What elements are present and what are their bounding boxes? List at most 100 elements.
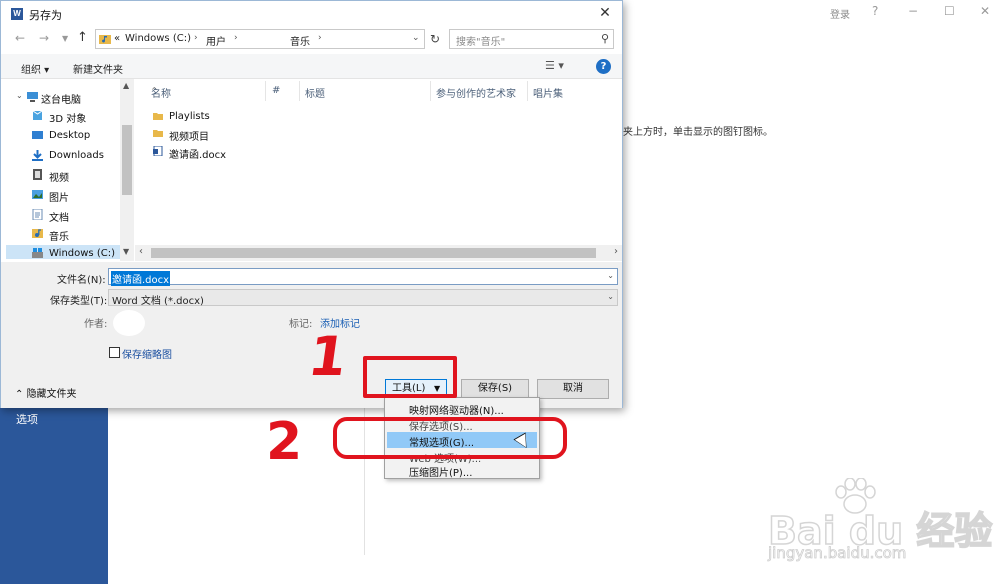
refresh-icon[interactable]: ↻: [427, 31, 443, 47]
file-list-hscrollbar[interactable]: ‹ ›: [135, 245, 622, 261]
backstage-options-item[interactable]: 选项: [16, 411, 38, 427]
login-link[interactable]: 登录: [830, 6, 850, 21]
chevron-down-icon[interactable]: ⌄: [607, 292, 614, 301]
file-row-invitation-docx[interactable]: 邀请函.docx: [151, 143, 351, 161]
nav-pane-scrollbar[interactable]: ▲ ▼: [120, 79, 134, 261]
nav-item-windows-c[interactable]: Windows (C:): [6, 245, 121, 259]
file-list: ^ 名称 # 标题 参与创作的艺术家 唱片集 Playlists 视频项目 邀请…: [135, 79, 622, 261]
download-icon: [32, 150, 43, 161]
pin-hint-text: 夹上方时，单击显示的图钉图标。: [623, 127, 773, 138]
search-icon[interactable]: ⚲: [601, 32, 609, 45]
nav-item-this-pc[interactable]: ⌄ 这台电脑: [6, 88, 121, 107]
dialog-titlebar: W 另存为 ✕: [1, 1, 622, 27]
column-separator[interactable]: [527, 81, 528, 101]
chevron-down-icon[interactable]: ⌄: [607, 271, 614, 280]
scroll-right-icon[interactable]: ›: [614, 246, 618, 257]
restore-button[interactable]: ☐: [944, 4, 955, 18]
column-header-name[interactable]: 名称: [151, 85, 171, 100]
nav-item-label: 3D 对象: [49, 114, 87, 125]
filetype-label: 保存类型(T):: [50, 296, 108, 307]
expand-caret-icon[interactable]: ⌄: [16, 91, 23, 100]
crumb-users[interactable]: 用户: [206, 33, 226, 48]
author-field[interactable]: [113, 310, 145, 336]
scroll-up-icon[interactable]: ▲: [123, 81, 129, 90]
column-separator[interactable]: [265, 81, 266, 101]
address-bar[interactable]: « Windows (C:) › 用户 › 音乐 › ⌄: [95, 29, 425, 49]
navigation-pane: ⌄ 这台电脑 3D 对象 Desktop Downloads 视频 图片 文档: [6, 79, 134, 259]
help-button[interactable]: ?: [872, 4, 878, 18]
scrollbar-thumb[interactable]: [151, 248, 596, 258]
video-icon: [33, 169, 42, 180]
watermark-url: jingyan.baidu.com: [768, 544, 907, 563]
tags-label: 标记:: [289, 319, 313, 330]
desktop-icon: [32, 131, 43, 139]
column-header-title[interactable]: 标题: [305, 85, 325, 100]
filename-value: 邀请函.docx: [111, 271, 171, 286]
dialog-help-icon[interactable]: ?: [596, 59, 611, 74]
save-thumbnail-label[interactable]: 保存缩略图: [122, 346, 172, 361]
annotation-box-general-options: [333, 417, 567, 459]
nav-item-music[interactable]: 音乐: [6, 225, 121, 244]
column-header-album[interactable]: 唱片集: [533, 85, 563, 100]
menu-item-compress-pictures[interactable]: 压缩图片(P)...: [387, 462, 537, 479]
file-name: 邀请函.docx: [169, 150, 227, 161]
nav-item-label: 音乐: [49, 232, 69, 243]
minimize-button[interactable]: −: [908, 4, 918, 18]
window-close-button[interactable]: ✕: [980, 4, 990, 18]
nav-item-desktop[interactable]: Desktop: [6, 127, 121, 146]
column-separator[interactable]: [299, 81, 300, 101]
nav-item-label: Downloads: [49, 150, 104, 161]
nav-item-label: 这台电脑: [41, 95, 81, 106]
column-header-number[interactable]: #: [272, 85, 280, 96]
nav-item-label: 图片: [49, 193, 69, 204]
address-row: ← → ▼ ↑ « Windows (C:) › 用户 › 音乐 › ⌄ ↻ 搜…: [1, 28, 622, 52]
forward-arrow-icon[interactable]: →: [39, 31, 49, 45]
crumb-separator-icon[interactable]: ›: [194, 33, 198, 43]
hide-folders-label: 隐藏文件夹: [26, 389, 77, 400]
search-box[interactable]: 搜索"音乐" ⚲: [449, 29, 614, 49]
scrollbar-thumb[interactable]: [122, 125, 132, 195]
column-separator[interactable]: [430, 81, 431, 101]
menu-item-map-network-drive[interactable]: 映射网络驱动器(N)...: [387, 400, 537, 417]
nav-item-pictures[interactable]: 图片: [6, 186, 121, 205]
nav-item-videos[interactable]: 视频: [6, 166, 121, 185]
address-overflow[interactable]: «: [114, 33, 120, 44]
filename-input[interactable]: 邀请函.docx ⌄: [108, 268, 618, 286]
annotation-box-tools: [363, 356, 457, 398]
crumb-separator-icon[interactable]: ›: [318, 33, 322, 43]
nav-item-label: Windows (C:): [49, 248, 115, 259]
save-thumbnail-checkbox[interactable]: [109, 347, 120, 358]
column-header-artists[interactable]: 参与创作的艺术家: [436, 85, 516, 100]
filetype-value: Word 文档 (*.docx): [112, 296, 204, 307]
back-arrow-icon[interactable]: ←: [15, 31, 25, 45]
view-options-icon[interactable]: ☰ ▾: [545, 59, 564, 72]
scroll-down-icon[interactable]: ▼: [123, 247, 129, 256]
filetype-select[interactable]: Word 文档 (*.docx) ⌄: [108, 289, 618, 307]
documents-icon: [32, 209, 43, 220]
hide-folders-toggle[interactable]: ⌃ 隐藏文件夹: [15, 385, 77, 400]
file-row-playlists[interactable]: Playlists: [151, 108, 351, 126]
cancel-button[interactable]: 取消: [537, 379, 609, 399]
file-row-video-projects[interactable]: 视频项目: [151, 125, 351, 143]
recent-locations-chevron-icon[interactable]: ▼: [62, 34, 68, 43]
crumb-separator-icon[interactable]: ›: [234, 33, 238, 43]
nav-item-3d-objects[interactable]: 3D 对象: [6, 107, 121, 126]
dialog-close-button[interactable]: ✕: [594, 3, 616, 23]
word-document-icon: [153, 146, 163, 156]
nav-item-downloads[interactable]: Downloads: [6, 147, 121, 166]
new-folder-button[interactable]: 新建文件夹: [73, 61, 123, 76]
organize-button[interactable]: 组织 ▾: [21, 61, 49, 76]
nav-item-label: Desktop: [49, 130, 91, 141]
folder-icon: [153, 130, 163, 137]
crumb-windows-c[interactable]: Windows (C:): [125, 33, 191, 44]
baidu-watermark: Bai du 经验 jingyan.baidu.com: [760, 478, 993, 578]
music-folder-icon: [99, 35, 111, 44]
address-dropdown-icon[interactable]: ⌄: [412, 33, 420, 43]
scroll-left-icon[interactable]: ‹: [139, 246, 143, 257]
nav-item-documents[interactable]: 文档: [6, 206, 121, 225]
up-arrow-icon[interactable]: ↑: [77, 30, 88, 45]
save-button[interactable]: 保存(S): [461, 379, 529, 399]
folder-icon: [153, 113, 163, 120]
filename-label: 文件名(N):: [57, 275, 106, 286]
crumb-music[interactable]: 音乐: [290, 33, 310, 48]
